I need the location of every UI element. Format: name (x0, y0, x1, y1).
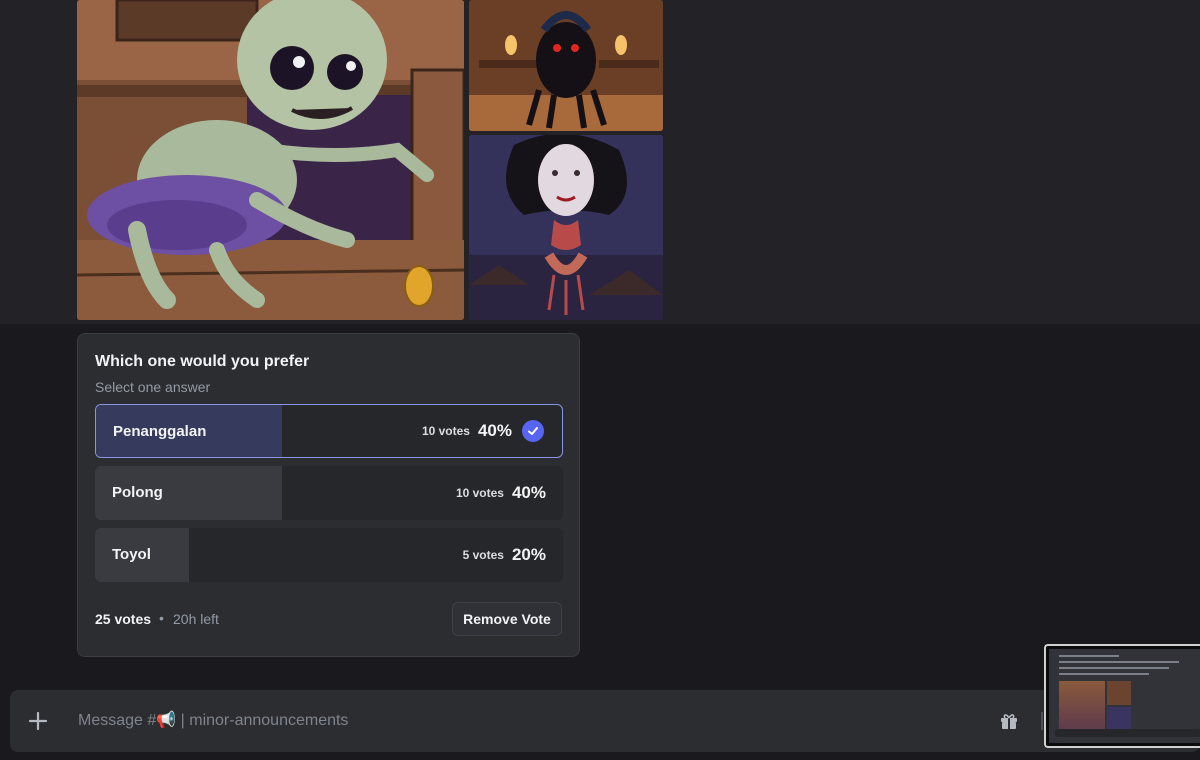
composer-divider (1041, 712, 1043, 730)
gift-icon[interactable] (997, 709, 1021, 733)
polong-image[interactable] (469, 0, 663, 131)
poll-total-votes: 25 votes (95, 611, 152, 627)
poll-option-votes: 10 votes (455, 486, 504, 500)
check-icon (522, 420, 544, 442)
poll-option-percent: 40% (477, 421, 512, 440)
poll-option-percent: 40% (511, 483, 546, 502)
poll-footer-separator: • (159, 610, 164, 626)
poll-option-label: Polong (112, 484, 163, 501)
poll-time-left: 20h left (173, 611, 219, 627)
poll-option-votes: 5 votes (462, 548, 504, 562)
poll-option-penanggalan[interactable]: Penanggalan 10 votes 40% (95, 404, 563, 458)
poll-subtitle: Select one answer (95, 379, 211, 395)
poll-option-votes: 10 votes (421, 424, 470, 438)
image-gallery (77, 0, 663, 320)
toyol-image[interactable] (77, 0, 464, 320)
plus-icon[interactable] (26, 709, 50, 733)
remove-vote-button[interactable]: Remove Vote (452, 602, 562, 636)
message-composer (10, 690, 1200, 752)
message-input[interactable] (76, 708, 936, 734)
poll-card: Which one would you prefer Select one an… (77, 333, 580, 657)
poll-option-polong[interactable]: Polong 10 votes 40% (95, 466, 563, 520)
message-attachments-area (0, 0, 1200, 324)
penanggalan-image[interactable] (469, 135, 663, 320)
poll-question: Which one would you prefer (95, 353, 310, 370)
poll-option-label: Penanggalan (113, 423, 207, 440)
poll-option-toyol[interactable]: Toyol 5 votes 20% (95, 528, 563, 582)
poll-option-label: Toyol (112, 546, 151, 563)
poll-option-percent: 20% (511, 545, 546, 564)
screen-preview-thumbnail[interactable] (1044, 644, 1200, 748)
